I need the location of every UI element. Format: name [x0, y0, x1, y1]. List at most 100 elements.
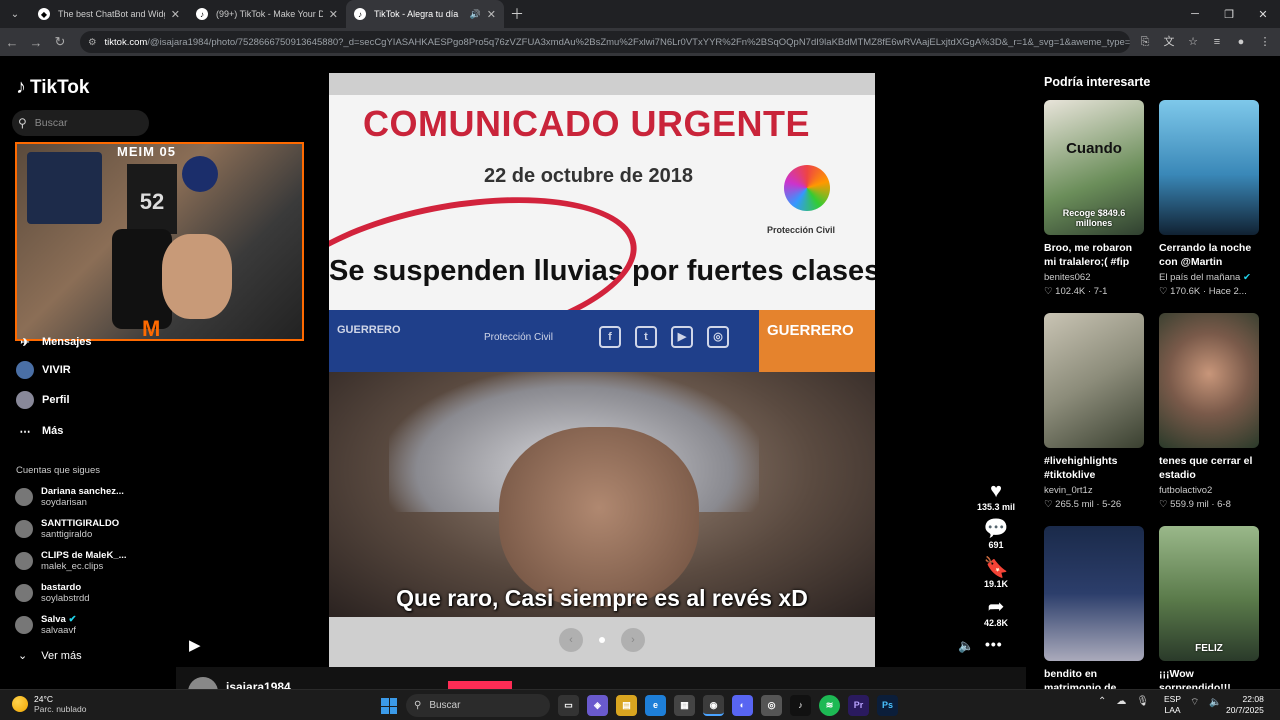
- recommended-card[interactable]: bendito en matrimonio de luis...: [1044, 526, 1144, 695]
- system-tray: ⌃ ☁ 🎙: [1098, 696, 1149, 707]
- install-icon[interactable]: ⎘: [1136, 32, 1154, 52]
- like-button[interactable]: ♥ 135.3 mil: [968, 480, 1024, 512]
- strip-mid-text: Protección Civil: [484, 332, 553, 343]
- chrome-icon[interactable]: ◉: [703, 695, 724, 716]
- task-view-icon[interactable]: ▭: [558, 695, 579, 716]
- spotify-icon[interactable]: ≋: [819, 695, 840, 716]
- search-icon: ⚲: [18, 116, 27, 130]
- url-domain: tiktok.com: [104, 36, 148, 48]
- back-icon[interactable]: ←: [0, 35, 24, 50]
- close-icon[interactable]: ✕: [329, 8, 338, 21]
- media-icon[interactable]: ≡: [1208, 32, 1226, 52]
- profile-icon: [16, 391, 34, 409]
- cloud-icon[interactable]: ☁: [1116, 696, 1126, 707]
- close-icon[interactable]: ✕: [171, 8, 180, 21]
- following-item[interactable]: Dariana sanchez... soydarisan: [15, 486, 124, 508]
- translate-icon[interactable]: 文: [1160, 32, 1178, 52]
- close-icon[interactable]: ✕: [487, 8, 496, 21]
- minimize-icon[interactable]: ─: [1178, 8, 1212, 20]
- sidebar-item-profile[interactable]: Perfil: [16, 391, 70, 409]
- card-title: #livehighlights #tiktoklive Votarías...: [1044, 455, 1118, 481]
- sidebar-item-more[interactable]: ⋯ Más: [16, 422, 64, 440]
- tab-title: The best ChatBot and Widgets: [58, 9, 165, 19]
- volume-icon[interactable]: 🔈: [1209, 697, 1221, 708]
- account-name: bastardo: [41, 582, 82, 593]
- social-icons: f t ▶ ◎: [599, 326, 729, 348]
- account-handle: soylabstrdd: [41, 593, 90, 604]
- clock-time: 22:08: [1242, 694, 1264, 704]
- following-item[interactable]: Salva ✔ salvaavf: [15, 614, 76, 636]
- url-input[interactable]: ⚙ tiktok.com/@isajara1984/photo/75286667…: [80, 31, 1130, 53]
- speaker-icon[interactable]: 🔊: [470, 9, 481, 20]
- copilot-icon[interactable]: ◈: [587, 695, 608, 716]
- sidebar-item-label: VIVIR: [42, 364, 71, 376]
- tray-icons: ⌔ 🔈: [1190, 696, 1222, 709]
- sidebar-item-messages[interactable]: ✈ Mensajes: [16, 333, 91, 351]
- close-window-icon[interactable]: ✕: [1246, 8, 1280, 21]
- avatar: [15, 552, 33, 570]
- save-count: 19.1K: [983, 579, 1009, 589]
- recommended-card[interactable]: Cerrando la noche con @Martin Garrix... …: [1159, 100, 1259, 297]
- see-more-button[interactable]: ⌄ Ver más: [18, 649, 82, 663]
- carousel-dot[interactable]: [599, 637, 605, 643]
- tiktok-logo[interactable]: ♪ TikTok: [16, 76, 89, 99]
- clock[interactable]: 22:08 20/7/2025: [1226, 694, 1264, 716]
- file-explorer-icon[interactable]: ▤: [616, 695, 637, 716]
- discord-icon[interactable]: ◐: [732, 695, 753, 716]
- card-thumbnail: Cuando Recoge $849.6 millones: [1044, 100, 1144, 235]
- verified-icon: ✔: [68, 614, 77, 625]
- taskbar-search[interactable]: ⚲ Buscar: [406, 694, 550, 717]
- comment-button[interactable]: 💬 691: [968, 518, 1024, 550]
- premiere-icon[interactable]: Pr: [848, 695, 869, 716]
- announcement-banner: COMUNICADO URGENTE 22 de octubre de 2018…: [329, 95, 875, 380]
- following-item[interactable]: SANTTIGIRALDO santtigiraldo: [15, 518, 119, 540]
- photoshop-icon[interactable]: Ps: [877, 695, 898, 716]
- following-item[interactable]: CLIPS de MaleK_... malek_ec.clips: [15, 550, 127, 572]
- tab-search-button[interactable]: ⌄: [4, 3, 26, 25]
- streamer: [162, 234, 232, 319]
- chevron-right-icon[interactable]: ›: [621, 628, 645, 652]
- following-item[interactable]: bastardo soylabstrdd: [15, 582, 90, 604]
- recommended-card[interactable]: tenes que cerrar el estadio futbolactivo…: [1159, 313, 1259, 510]
- menu-icon[interactable]: ⋮: [1256, 32, 1274, 52]
- volume-icon[interactable]: 🔈: [958, 638, 974, 654]
- photo-post[interactable]: COMUNICADO URGENTE 22 de octubre de 2018…: [329, 73, 875, 667]
- agency-logo-icon: [784, 165, 830, 211]
- wifi-icon[interactable]: ⌔: [1190, 696, 1199, 709]
- sidebar-item-live[interactable]: VIVIR: [16, 361, 71, 379]
- reload-icon[interactable]: ↻: [48, 34, 72, 50]
- profile-avatar[interactable]: ●: [1232, 32, 1250, 52]
- chevron-up-icon[interactable]: ⌃: [1098, 696, 1106, 707]
- browser-tab-active[interactable]: ♪ TikTok - Alegra tu día 🔊 ✕: [346, 0, 504, 28]
- obs-icon[interactable]: ◎: [761, 695, 782, 716]
- windows-start-icon[interactable]: [381, 698, 397, 714]
- star-icon[interactable]: ☆: [1184, 32, 1202, 52]
- restore-icon[interactable]: ❐: [1212, 8, 1246, 21]
- save-button[interactable]: 🔖 19.1K: [968, 557, 1024, 589]
- play-icon[interactable]: ▶: [189, 636, 201, 654]
- comment-count: 691: [988, 540, 1004, 550]
- browser-tab[interactable]: ◆ The best ChatBot and Widgets ✕: [30, 0, 188, 28]
- chevron-left-icon[interactable]: ‹: [559, 628, 583, 652]
- more-options-icon[interactable]: •••: [985, 636, 1003, 652]
- language-indicator[interactable]: ESP LAA: [1164, 694, 1181, 716]
- new-tab-icon[interactable]: ＋: [510, 4, 524, 24]
- recommended-card[interactable]: #livehighlights #tiktoklive Votarías... …: [1044, 313, 1144, 510]
- mic-icon[interactable]: 🎙: [1136, 696, 1149, 707]
- share-count: 42.8K: [983, 618, 1009, 628]
- browser-tab-bar: ⌄ ◆ The best ChatBot and Widgets ✕ ♪ (99…: [0, 0, 1280, 28]
- share-button[interactable]: ➦ 42.8K: [968, 596, 1024, 628]
- recommended-card[interactable]: FELIZ ¡¡¡Wow sorprendido!!!: [1159, 526, 1259, 695]
- forward-icon[interactable]: →: [24, 35, 48, 50]
- recommended-card[interactable]: Cuando Recoge $849.6 millones Broo, me r…: [1044, 100, 1144, 297]
- youtube-icon: ▶: [671, 326, 693, 348]
- weather-widget[interactable]: 24°C Parc. nublado: [12, 694, 86, 714]
- search-input[interactable]: ⚲ Buscar: [12, 110, 149, 136]
- card-author: benites062: [1044, 272, 1091, 283]
- avatar: [15, 616, 33, 634]
- store-icon[interactable]: ▦: [674, 695, 695, 716]
- edge-icon[interactable]: e: [645, 695, 666, 716]
- tiktok-icon[interactable]: ♪: [790, 695, 811, 716]
- browser-tab[interactable]: ♪ (99+) TikTok - Make Your Day ✕: [188, 0, 346, 28]
- site-info-icon[interactable]: ⚙: [88, 37, 97, 48]
